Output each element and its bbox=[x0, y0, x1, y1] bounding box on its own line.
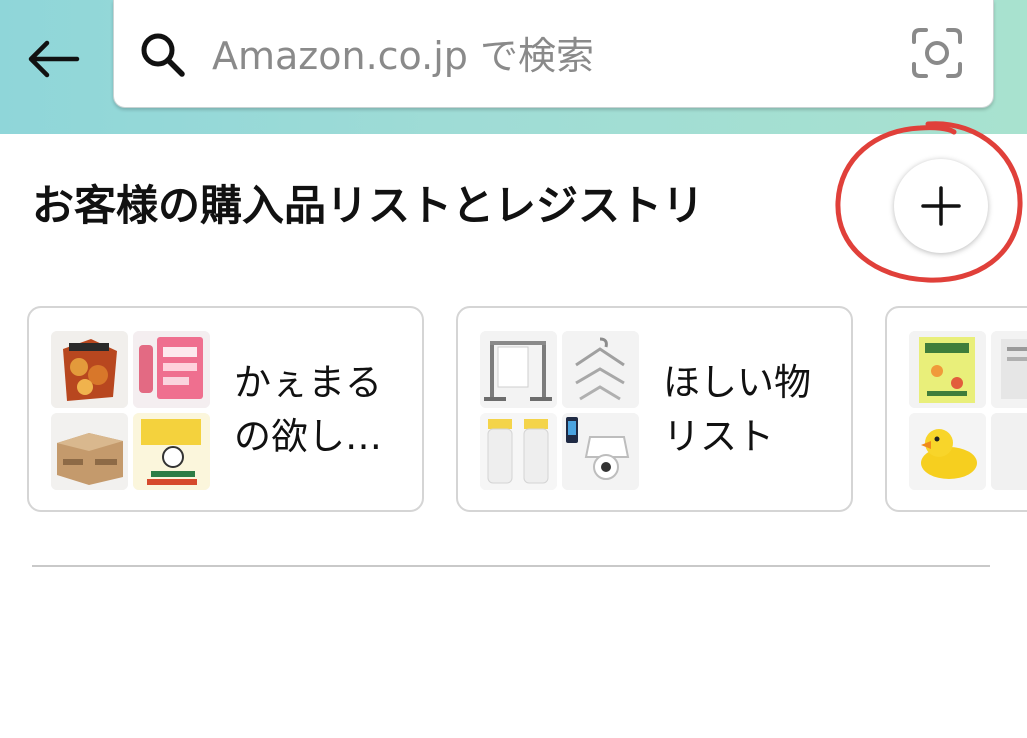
list-name-line: ほしい物 bbox=[663, 361, 811, 404]
product-thumbnail bbox=[909, 413, 986, 490]
list-name-line: リスト bbox=[663, 415, 774, 458]
search-bar[interactable] bbox=[113, 0, 994, 108]
lists-carousel[interactable]: かぇまる の欲し… ほしい物 リスト bbox=[0, 306, 1027, 516]
top-header bbox=[0, 0, 1027, 134]
section-title: お客様の購入品リストとレジストリ bbox=[32, 181, 705, 230]
arrow-left-icon bbox=[28, 40, 80, 78]
list-name-line: の欲し… bbox=[234, 415, 382, 458]
back-button[interactable] bbox=[22, 28, 84, 90]
product-thumbnail bbox=[991, 331, 1027, 408]
list-name: かぇまる の欲し… bbox=[234, 356, 414, 464]
list-thumbnails bbox=[480, 331, 640, 491]
list-card[interactable]: ほしい物 リスト bbox=[456, 306, 853, 512]
product-thumbnail bbox=[133, 331, 210, 408]
product-thumbnail bbox=[562, 413, 639, 490]
list-name-line: かぇまる bbox=[234, 361, 382, 404]
product-thumbnail bbox=[562, 331, 639, 408]
product-thumbnail bbox=[909, 331, 986, 408]
search-icon bbox=[141, 33, 185, 77]
product-thumbnail bbox=[480, 331, 557, 408]
search-input[interactable] bbox=[212, 24, 892, 88]
product-thumbnail bbox=[991, 413, 1027, 490]
plus-icon bbox=[921, 186, 961, 226]
list-card[interactable]: かぇまる の欲し… bbox=[27, 306, 424, 512]
add-list-button[interactable] bbox=[894, 159, 988, 253]
camera-scan-icon[interactable] bbox=[910, 26, 964, 80]
list-thumbnails bbox=[909, 331, 1027, 491]
list-name: ほしい物 リスト bbox=[663, 356, 843, 464]
list-card[interactable] bbox=[885, 306, 1027, 512]
list-thumbnails bbox=[51, 331, 211, 491]
product-thumbnail bbox=[480, 413, 557, 490]
product-thumbnail bbox=[51, 331, 128, 408]
section-divider bbox=[32, 565, 990, 567]
product-thumbnail bbox=[51, 413, 128, 490]
product-thumbnail bbox=[133, 413, 210, 490]
